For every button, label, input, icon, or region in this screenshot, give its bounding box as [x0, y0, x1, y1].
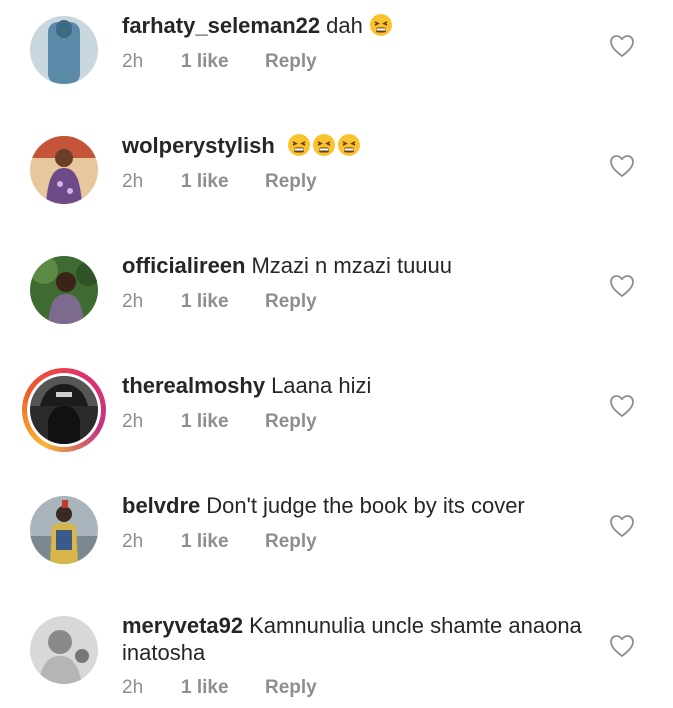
comment-item: farhaty_seleman22 dah 2h 1 like Reply	[0, 0, 673, 120]
comment-username[interactable]: officialireen	[122, 253, 245, 278]
comment-text: officialireen Mzazi n mzazi tuuuu	[122, 252, 592, 279]
comment-username[interactable]: farhaty_seleman22	[122, 13, 320, 38]
comment-likes[interactable]: 1 like	[181, 677, 229, 699]
heart-outline-icon[interactable]	[609, 514, 635, 538]
comment-text: meryveta92 Kamnunulia uncle shamte anaona…	[122, 612, 592, 666]
comment-body: Don't judge the book by its cover	[206, 493, 525, 518]
comment-body: Mzazi n mzazi tuuuu	[251, 253, 453, 278]
comment-item: wolperystylish 2h 1 like Reply	[0, 120, 673, 240]
comment-time: 2h	[122, 411, 144, 432]
comment-time: 2h	[122, 531, 144, 552]
comment-body: Laana hizi	[271, 373, 372, 398]
comment-likes[interactable]: 1 like	[181, 531, 229, 553]
comment-time: 2h	[122, 291, 144, 312]
comment-text: therealmoshy Laana hizi	[122, 372, 592, 399]
reply-button[interactable]: Reply	[265, 291, 317, 313]
comment-username[interactable]: meryveta92	[122, 613, 243, 638]
reply-button[interactable]: Reply	[265, 411, 317, 433]
emoji-persevering-face	[337, 133, 362, 158]
heart-outline-icon[interactable]	[609, 394, 635, 418]
comment-likes[interactable]: 1 like	[181, 411, 229, 433]
avatar-story-ring[interactable]	[22, 368, 106, 452]
emoji-persevering-face	[312, 133, 337, 158]
avatar	[27, 373, 101, 447]
avatar[interactable]	[30, 616, 98, 684]
comment-username[interactable]: wolperystylish	[122, 133, 275, 158]
avatar[interactable]	[30, 256, 98, 324]
comment-text: wolperystylish	[122, 132, 592, 159]
comment-item: officialireen Mzazi n mzazi tuuuu 2h 1 li…	[0, 240, 673, 360]
avatar[interactable]	[30, 136, 98, 204]
comment-time: 2h	[122, 51, 144, 72]
comment-likes[interactable]: 1 like	[181, 171, 229, 193]
comment-text: belvdre Don't judge the book by its cover	[122, 492, 592, 519]
comment-likes[interactable]: 1 like	[181, 291, 229, 313]
heart-outline-icon[interactable]	[609, 34, 635, 58]
comment-text: farhaty_seleman22 dah	[122, 12, 592, 39]
comment-item: therealmoshy Laana hizi 2h 1 like Reply	[0, 360, 673, 480]
comment-time: 2h	[122, 171, 144, 192]
avatar[interactable]	[30, 16, 98, 84]
emoji-persevering-face	[287, 133, 312, 158]
heart-outline-icon[interactable]	[609, 634, 635, 658]
comment-time: 2h	[122, 677, 144, 698]
comment-likes[interactable]: 1 like	[181, 51, 229, 73]
reply-button[interactable]: Reply	[265, 531, 317, 553]
heart-outline-icon[interactable]	[609, 274, 635, 298]
comment-username[interactable]: therealmoshy	[122, 373, 265, 398]
comment-item: belvdre Don't judge the book by its cover…	[0, 480, 673, 600]
heart-outline-icon[interactable]	[609, 154, 635, 178]
comment-username[interactable]: belvdre	[122, 493, 200, 518]
reply-button[interactable]: Reply	[265, 171, 317, 193]
avatar[interactable]	[30, 496, 98, 564]
emoji-persevering-face	[369, 13, 394, 38]
comment-body: dah	[326, 13, 363, 38]
comment-item: meryveta92 Kamnunulia uncle shamte anaona…	[0, 600, 673, 708]
reply-button[interactable]: Reply	[265, 51, 317, 73]
reply-button[interactable]: Reply	[265, 677, 317, 699]
